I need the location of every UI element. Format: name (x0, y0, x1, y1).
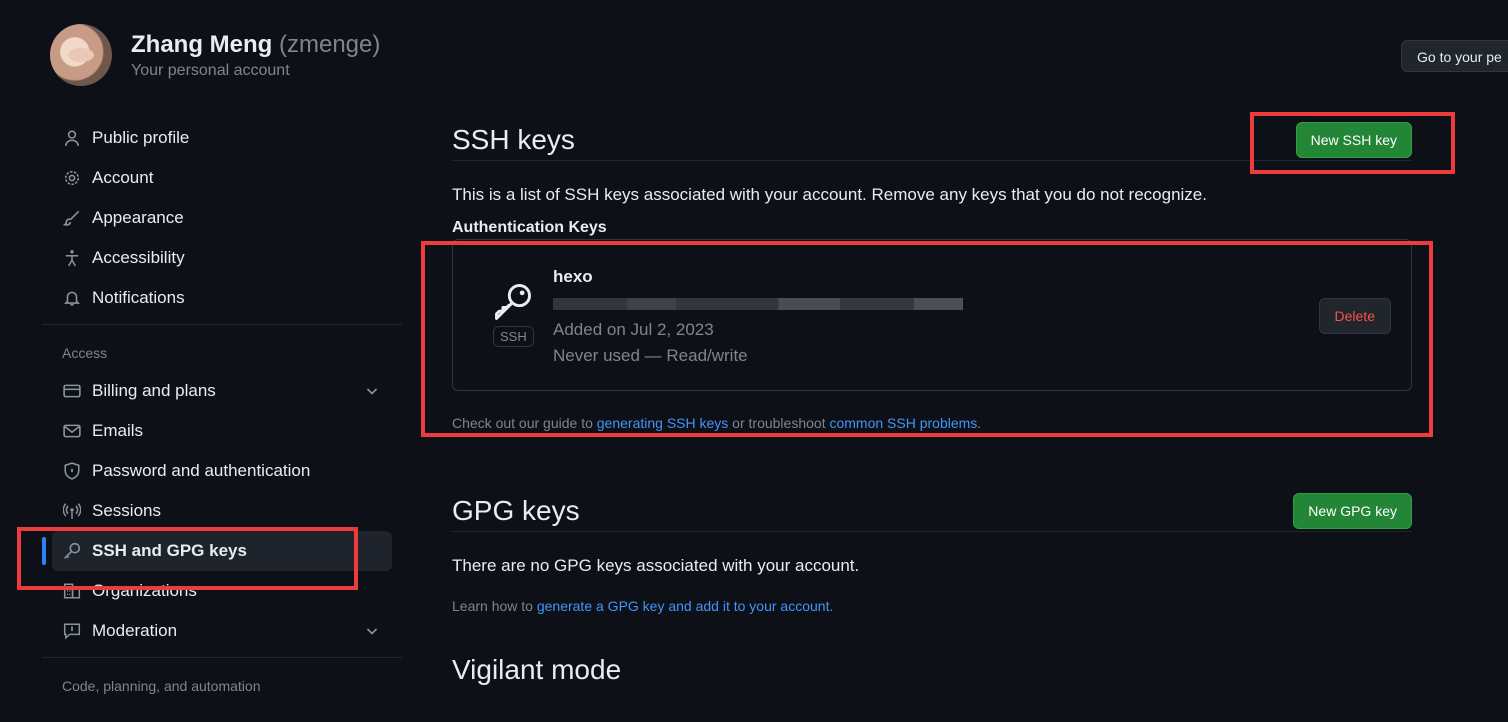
generate-gpg-key-link[interactable]: generate a GPG key and add it to your ac… (537, 598, 830, 614)
main-content: SSH keys New SSH key This is a list of S… (452, 110, 1412, 686)
sidebar-item-label: Notifications (92, 288, 185, 307)
ssh-key-fingerprint-redacted (553, 298, 963, 310)
ssh-guide-note: Check out our guide to generating SSH ke… (452, 415, 1412, 431)
profile-name: Zhang Meng (zmenge) (131, 30, 380, 60)
report-icon (62, 621, 82, 641)
new-ssh-key-button[interactable]: New SSH key (1295, 122, 1412, 158)
sidebar-item-moderation[interactable]: Moderation (42, 611, 402, 651)
sidebar-item-label: Account (92, 168, 154, 187)
sidebar-section-access: Access (62, 345, 108, 361)
broadcast-icon (62, 501, 82, 521)
authentication-keys-heading: Authentication Keys (452, 219, 607, 236)
vigilant-mode-heading: Vigilant mode (452, 654, 622, 685)
ssh-key-added-date: Added on Jul 2, 2023 (553, 320, 714, 339)
mail-icon (62, 421, 82, 441)
gpg-note-suffix: . (829, 598, 834, 614)
sidebar-item-billing[interactable]: Billing and plans (42, 371, 402, 411)
new-gpg-key-button[interactable]: New GPG key (1293, 493, 1412, 529)
sidebar-item-label: Billing and plans (92, 381, 216, 400)
ssh-keys-heading: SSH keys New SSH key (452, 110, 1412, 161)
ssh-note-mid: or troubleshoot (728, 415, 830, 431)
person-icon (62, 128, 82, 148)
avatar[interactable] (50, 24, 112, 86)
delete-ssh-key-button[interactable]: Delete (1318, 298, 1391, 334)
gpg-note-prefix: Learn how to (452, 598, 537, 614)
ssh-key-item: SSH hexo Added on Jul 2, 2023 Never used… (452, 239, 1412, 391)
gpg-keys-title: GPG keys (452, 495, 580, 526)
organization-icon (62, 581, 82, 601)
profile-fullname: Zhang Meng (131, 31, 273, 58)
sidebar-divider (42, 657, 402, 658)
sidebar-item-password[interactable]: Password and authentication (42, 451, 402, 491)
sidebar-item-label: SSH and GPG keys (92, 541, 247, 560)
sidebar-item-organizations[interactable]: Organizations (42, 571, 402, 611)
generating-ssh-keys-link[interactable]: generating SSH keys (597, 415, 729, 431)
sidebar-item-label: Emails (92, 421, 144, 440)
ssh-key-name: hexo (553, 267, 593, 286)
chevron-down-icon[interactable] (364, 623, 380, 644)
sidebar-item-label: Public profile (92, 128, 190, 147)
ssh-description: This is a list of SSH keys associated wi… (452, 185, 1207, 204)
sidebar-item-sessions[interactable]: Sessions (42, 491, 402, 531)
sidebar-divider (42, 324, 402, 325)
bell-icon (62, 288, 82, 308)
common-ssh-problems-link[interactable]: common SSH problems (829, 415, 977, 431)
gpg-description: There are no GPG keys associated with yo… (452, 556, 860, 575)
sidebar-item-label: Sessions (92, 501, 161, 520)
ssh-keys-title: SSH keys (452, 124, 575, 155)
gpg-guide-note: Learn how to generate a GPG key and add … (452, 598, 1412, 614)
sidebar-item-label: Password and authentication (92, 461, 311, 480)
settings-sidebar: Public profile Account Appearance Access… (42, 118, 402, 704)
chevron-down-icon[interactable] (364, 383, 380, 404)
sidebar-item-label: Accessibility (92, 248, 185, 267)
profile-subtitle: Your personal account (131, 62, 290, 79)
profile-header: Zhang Meng (zmenge) Your personal accoun… (50, 24, 380, 86)
key-icon (62, 541, 82, 561)
key-icon (491, 280, 535, 324)
sidebar-item-notifications[interactable]: Notifications (42, 278, 402, 318)
sidebar-item-emails[interactable]: Emails (42, 411, 402, 451)
go-to-profile-button[interactable]: Go to your pe (1401, 40, 1508, 72)
ssh-key-usage: Never used — Read/write (553, 346, 748, 365)
sidebar-item-label: Organizations (92, 581, 197, 600)
ssh-badge: SSH (493, 326, 534, 347)
sidebar-item-label: Appearance (92, 208, 184, 227)
accessibility-icon (62, 248, 82, 268)
gpg-keys-heading: GPG keys New GPG key (452, 481, 1412, 532)
sidebar-item-label: Moderation (92, 621, 178, 640)
sidebar-item-public-profile[interactable]: Public profile (42, 118, 402, 158)
sidebar-item-account[interactable]: Account (42, 158, 402, 198)
ssh-note-prefix: Check out our guide to (452, 415, 597, 431)
gear-icon (62, 168, 82, 188)
shield-lock-icon (62, 461, 82, 481)
paintbrush-icon (62, 208, 82, 228)
profile-handle: (zmenge) (279, 31, 381, 58)
sidebar-section-code: Code, planning, and automation (62, 678, 261, 694)
ssh-note-suffix: . (977, 415, 982, 431)
sidebar-item-appearance[interactable]: Appearance (42, 198, 402, 238)
sidebar-item-accessibility[interactable]: Accessibility (42, 238, 402, 278)
profile-text: Zhang Meng (zmenge) Your personal accoun… (131, 30, 380, 80)
sidebar-item-ssh-gpg-keys[interactable]: SSH and GPG keys (42, 531, 392, 571)
credit-card-icon (62, 381, 82, 401)
